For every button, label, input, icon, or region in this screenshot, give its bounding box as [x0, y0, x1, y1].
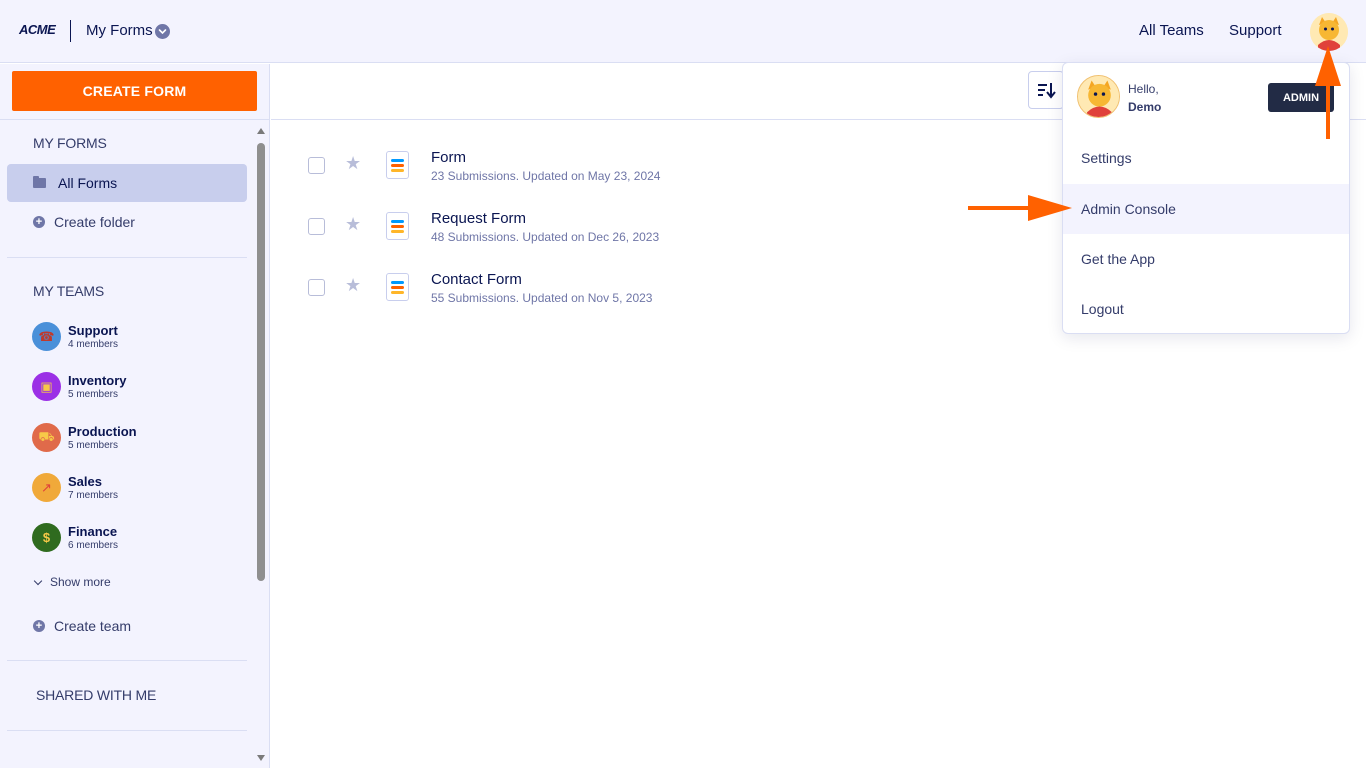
annotation-arrow-right	[968, 206, 1030, 210]
star-icon[interactable]: ★	[345, 214, 361, 235]
annotation-arrowhead-up	[1315, 46, 1341, 86]
nav-support[interactable]: Support	[1229, 22, 1282, 39]
menu-item-label: Logout	[1081, 301, 1124, 317]
team-members: 6 members	[68, 540, 119, 551]
sidebar-divider	[7, 660, 247, 661]
logo-divider	[70, 20, 71, 42]
team-members: 5 members	[68, 440, 119, 451]
team-name: Support	[68, 323, 118, 338]
team-name: Finance	[68, 524, 118, 539]
team-members: 4 members	[68, 339, 119, 350]
annotation-arrow-up	[1326, 84, 1330, 139]
truck-icon: ⛟	[32, 423, 61, 452]
team-item-production[interactable]: ⛟ Production 5 members	[32, 423, 252, 455]
form-title[interactable]: Contact Form	[431, 271, 522, 288]
menu-item-settings[interactable]: Settings	[1063, 133, 1349, 183]
plus-icon: +	[33, 216, 45, 228]
form-list-item[interactable]: ★ Form 23 Submissions. Updated on May 23…	[271, 144, 1061, 194]
form-checkbox[interactable]	[308, 279, 325, 296]
form-meta: 55 Submissions. Updated on Nov 5, 2023	[431, 291, 653, 305]
team-item-finance[interactable]: $ Finance 6 members	[32, 523, 252, 555]
form-icon	[386, 151, 409, 179]
form-title[interactable]: Form	[431, 149, 466, 166]
form-checkbox[interactable]	[308, 157, 325, 174]
all-forms-label: All Forms	[58, 175, 118, 191]
scroll-up-arrow[interactable]	[257, 128, 265, 134]
star-icon[interactable]: ★	[345, 275, 361, 296]
greeting-text: Hello,	[1128, 82, 1159, 96]
team-item-sales[interactable]: ↗ Sales 7 members	[32, 473, 252, 505]
create-folder-label: Create folder	[54, 214, 135, 230]
team-name: Production	[68, 424, 137, 439]
team-item-inventory[interactable]: ▣ Inventory 5 members	[32, 372, 252, 404]
team-members: 7 members	[68, 490, 119, 501]
menu-item-get-the-app[interactable]: Get the App	[1063, 234, 1349, 284]
menu-item-logout[interactable]: Logout	[1063, 284, 1349, 334]
user-dropdown-menu: Hello, Demo ADMIN Settings Admin Console…	[1062, 62, 1350, 334]
form-icon	[386, 212, 409, 240]
my-forms-heading: MY FORMS	[33, 135, 107, 151]
team-item-support[interactable]: ☎ Support 4 members	[32, 322, 252, 354]
scroll-down-arrow[interactable]	[257, 755, 265, 761]
nav-all-teams[interactable]: All Teams	[1139, 22, 1204, 39]
money-bag-icon: $	[32, 523, 61, 552]
form-meta: 23 Submissions. Updated on May 23, 2024	[431, 169, 661, 183]
chevron-down-icon[interactable]	[155, 24, 170, 39]
form-title[interactable]: Request Form	[431, 210, 526, 227]
create-team-label: Create team	[54, 618, 132, 634]
menu-item-label: Settings	[1081, 150, 1132, 166]
annotation-arrowhead-right	[1028, 195, 1072, 221]
plus-icon: +	[33, 620, 45, 632]
form-meta: 48 Submissions. Updated on Dec 26, 2023	[431, 230, 660, 244]
show-more-button[interactable]: Show more	[33, 575, 111, 589]
cat-avatar-icon	[1078, 76, 1119, 117]
phone-icon: ☎	[32, 322, 61, 351]
sidebar-scrollbar[interactable]	[257, 143, 265, 581]
top-header: ACME My Forms All Teams Support	[0, 0, 1366, 63]
my-teams-heading: MY TEAMS	[33, 283, 105, 299]
chart-icon: ↗	[32, 473, 61, 502]
folder-icon	[33, 176, 46, 188]
menu-item-admin-console[interactable]: Admin Console	[1063, 184, 1349, 234]
form-list-item[interactable]: ★ Request Form 48 Submissions. Updated o…	[271, 205, 1061, 255]
team-name: Inventory	[68, 373, 127, 388]
sidebar-item-all-forms[interactable]: All Forms	[7, 164, 247, 202]
acme-logo[interactable]: ACME	[19, 22, 56, 37]
user-name: Demo	[1128, 100, 1162, 114]
sidebar-divider	[7, 257, 247, 258]
menu-item-label: Admin Console	[1081, 201, 1176, 217]
star-icon[interactable]: ★	[345, 153, 361, 174]
form-icon	[386, 273, 409, 301]
form-list-item[interactable]: ★ Contact Form 55 Submissions. Updated o…	[271, 266, 1061, 316]
shared-with-me-heading[interactable]: SHARED WITH ME	[36, 687, 156, 703]
sort-icon	[1038, 83, 1056, 99]
chevron-down-icon	[33, 576, 43, 586]
admin-badge: ADMIN	[1268, 83, 1334, 112]
team-members: 5 members	[68, 389, 119, 400]
page-title[interactable]: My Forms	[86, 22, 153, 39]
menu-item-label: Get the App	[1081, 251, 1155, 267]
create-form-button[interactable]: CREATE FORM	[12, 71, 257, 111]
sidebar-divider	[0, 119, 270, 120]
sidebar-divider	[7, 730, 247, 731]
show-more-label: Show more	[50, 575, 111, 589]
sidebar: CREATE FORM MY FORMS All Forms + Create …	[0, 64, 270, 768]
box-icon: ▣	[32, 372, 61, 401]
user-avatar	[1077, 75, 1120, 118]
sort-button[interactable]	[1028, 71, 1064, 109]
team-name: Sales	[68, 474, 102, 489]
form-checkbox[interactable]	[308, 218, 325, 235]
